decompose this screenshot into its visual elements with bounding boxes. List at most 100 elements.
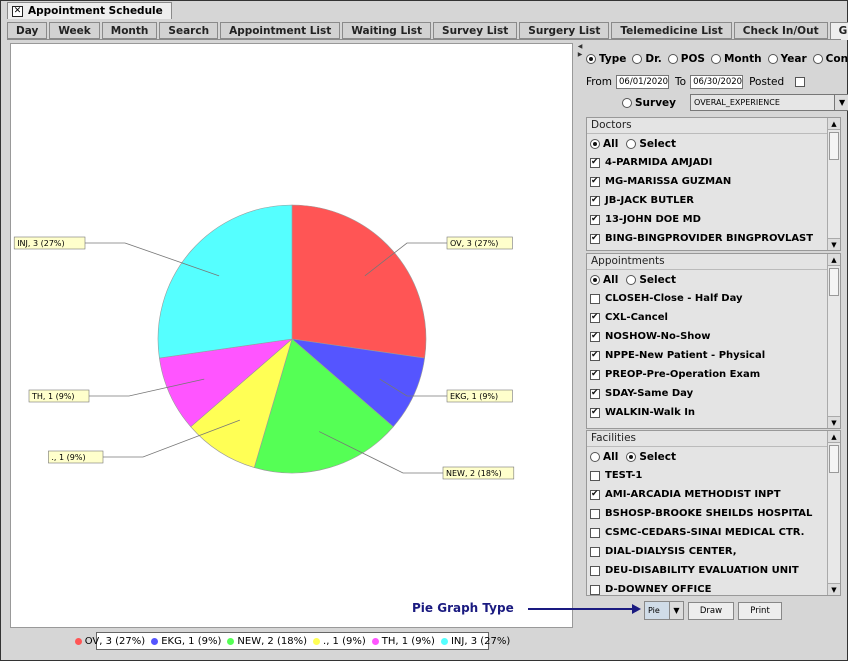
appointments-item[interactable]: SDAY-Same Day — [587, 384, 826, 403]
scroll-down-icon[interactable]: ▼ — [828, 238, 840, 250]
checkbox[interactable] — [590, 350, 600, 361]
checkbox[interactable] — [590, 331, 600, 342]
scroll-thumb[interactable] — [829, 445, 839, 473]
facilities-item[interactable]: DEU-DISABILITY EVALUATION UNIT — [587, 561, 826, 580]
checkbox[interactable] — [590, 565, 600, 576]
to-date-field[interactable]: 06/30/2020 — [690, 75, 744, 89]
survey-radio[interactable]: Survey — [622, 97, 676, 109]
posted-label: Posted — [749, 76, 785, 88]
tab-day[interactable]: Day — [7, 22, 48, 39]
chevron-down-icon[interactable]: ▼ — [669, 602, 683, 619]
month-radio[interactable]: Month — [710, 53, 762, 65]
dr-radio[interactable]: Dr. — [632, 53, 662, 65]
checkbox[interactable] — [590, 195, 600, 206]
scroll-thumb[interactable] — [829, 268, 839, 296]
checkbox[interactable] — [590, 470, 600, 481]
facilities-item[interactable]: D-DOWNEY OFFICE — [587, 580, 826, 595]
checkbox[interactable] — [590, 233, 600, 244]
appointments-all-radio[interactable]: All — [590, 274, 618, 286]
checkbox[interactable] — [590, 584, 600, 595]
facilities-list: All Select TEST-1 AMI-ARCADIA METHODIST INP… — [587, 447, 826, 595]
chevron-down-icon[interactable]: ▼ — [834, 95, 848, 110]
appointments-item[interactable]: WALKIN-Walk In — [587, 403, 826, 422]
appointments-item[interactable]: CLOSEH-Close - Half Day — [587, 289, 826, 308]
facilities-item[interactable]: DIAL-DIALYSIS CENTER, — [587, 542, 826, 561]
facilities-item-label: CSMC-CEDARS-SINAI MEDICAL CTR. — [605, 527, 805, 538]
confirm-radio[interactable]: Confirm — [812, 53, 848, 65]
annotation-label: Pie Graph Type — [412, 601, 514, 615]
doctors-item[interactable]: JB-JACK BUTLER — [587, 191, 826, 210]
facilities-item[interactable]: TEST-1 — [587, 466, 826, 485]
print-button[interactable]: Print — [738, 602, 782, 620]
doctors-item[interactable]: 13-JOHN DOE MD — [587, 210, 826, 229]
pie-slice-label: NEW, 2 (18%) — [446, 469, 502, 478]
checkbox[interactable] — [590, 546, 600, 557]
from-date-field[interactable]: 06/01/2020 — [616, 75, 670, 89]
survey-select[interactable]: OVERAL_EXPERIENCE ▼ — [690, 94, 848, 111]
posted-checkbox[interactable] — [795, 77, 806, 87]
facilities-select-radio[interactable]: Select — [626, 451, 676, 463]
draw-button[interactable]: Draw — [688, 602, 734, 620]
appointments-select-radio[interactable]: Select — [626, 274, 676, 286]
appointments-item[interactable]: NPPE-New Patient - Physical — [587, 346, 826, 365]
scroll-down-icon[interactable]: ▼ — [828, 583, 840, 595]
panel-splitter[interactable]: ◀ ▶ — [577, 43, 583, 653]
facilities-item-label: TEST-1 — [605, 470, 643, 481]
tab-graphs[interactable]: Graphs — [829, 22, 848, 40]
checkbox[interactable] — [590, 293, 600, 304]
tab-month[interactable]: Month — [101, 22, 158, 39]
checkbox[interactable] — [590, 407, 600, 418]
facilities-item[interactable]: AMI-ARCADIA METHODIST INPT — [587, 485, 826, 504]
checkbox[interactable] — [590, 388, 600, 399]
type-radio[interactable]: Type — [586, 53, 626, 65]
graph-type-select[interactable]: Pie ▼ — [644, 601, 684, 620]
facilities-scrollbar[interactable]: ▲ ▼ — [827, 431, 840, 595]
facilities-item[interactable]: CSMC-CEDARS-SINAI MEDICAL CTR. — [587, 523, 826, 542]
checkbox[interactable] — [590, 489, 600, 500]
appointments-item[interactable]: PREOP-Pre-Operation Exam — [587, 365, 826, 384]
tab-telemedicine-list[interactable]: Telemedicine List — [611, 22, 732, 39]
facilities-panel: Facilities All Select TEST-1 AMI-ARCADIA MET… — [586, 430, 841, 596]
checkbox[interactable] — [590, 369, 600, 380]
facilities-all-radio[interactable]: All — [590, 451, 618, 463]
checkbox[interactable] — [590, 214, 600, 225]
doctors-select-radio[interactable]: Select — [626, 138, 676, 150]
doctors-item[interactable]: MG-MARISSA GUZMAN — [587, 172, 826, 191]
scroll-up-icon[interactable]: ▲ — [828, 254, 840, 266]
checkbox[interactable] — [590, 527, 600, 538]
tab-waiting-list[interactable]: Waiting List — [342, 22, 432, 39]
pos-radio[interactable]: POS — [667, 53, 705, 65]
scroll-down-icon[interactable]: ▼ — [828, 416, 840, 428]
facilities-item[interactable]: BSHOSP-BROOKE SHEILDS HOSPITAL — [587, 504, 826, 523]
appointments-item[interactable]: NOSHOW-No-Show — [587, 327, 826, 346]
window-title-tab[interactable]: ✕ Appointment Schedule — [7, 2, 172, 19]
appointments-item[interactable]: CXL-Cancel — [587, 308, 826, 327]
doctors-item[interactable]: 4-PARMIDA AMJADI — [587, 153, 826, 172]
tab-survey-list[interactable]: Survey List — [433, 22, 518, 39]
tab-search[interactable]: Search — [159, 22, 219, 39]
collapse-right-icon[interactable]: ▶ — [577, 51, 583, 59]
appointments-select-label: Select — [639, 273, 676, 286]
checkbox[interactable] — [590, 312, 600, 323]
scroll-thumb[interactable] — [829, 132, 839, 160]
collapse-left-icon[interactable]: ◀ — [577, 43, 583, 51]
doctors-all-radio[interactable]: All — [590, 138, 618, 150]
tab-check-in-out[interactable]: Check In/Out — [733, 22, 828, 39]
tab-week[interactable]: Week — [49, 22, 100, 39]
facilities-header: Facilities — [587, 431, 840, 447]
checkbox[interactable] — [590, 508, 600, 519]
doctors-item[interactable]: BING-BINGPROVIDER BINGPROVLAST — [587, 229, 826, 248]
checkbox[interactable] — [590, 176, 600, 187]
tab-appointment-list[interactable]: Appointment List — [220, 22, 341, 39]
doctors-item-label: 4-PARMIDA AMJADI — [605, 157, 713, 168]
appointments-scrollbar[interactable]: ▲ ▼ — [827, 254, 840, 428]
tab-surgery-list[interactable]: Surgery List — [519, 22, 610, 39]
close-icon[interactable]: ✕ — [12, 5, 23, 17]
year-radio[interactable]: Year — [767, 53, 807, 65]
doctors-scrollbar[interactable]: ▲ ▼ — [827, 118, 840, 250]
scroll-up-icon[interactable]: ▲ — [828, 431, 840, 443]
legend-label: INJ, 3 (27%) — [450, 635, 511, 647]
checkbox[interactable] — [590, 157, 600, 168]
legend-item: OV, 3 (27%) — [74, 636, 145, 647]
scroll-up-icon[interactable]: ▲ — [828, 118, 840, 130]
